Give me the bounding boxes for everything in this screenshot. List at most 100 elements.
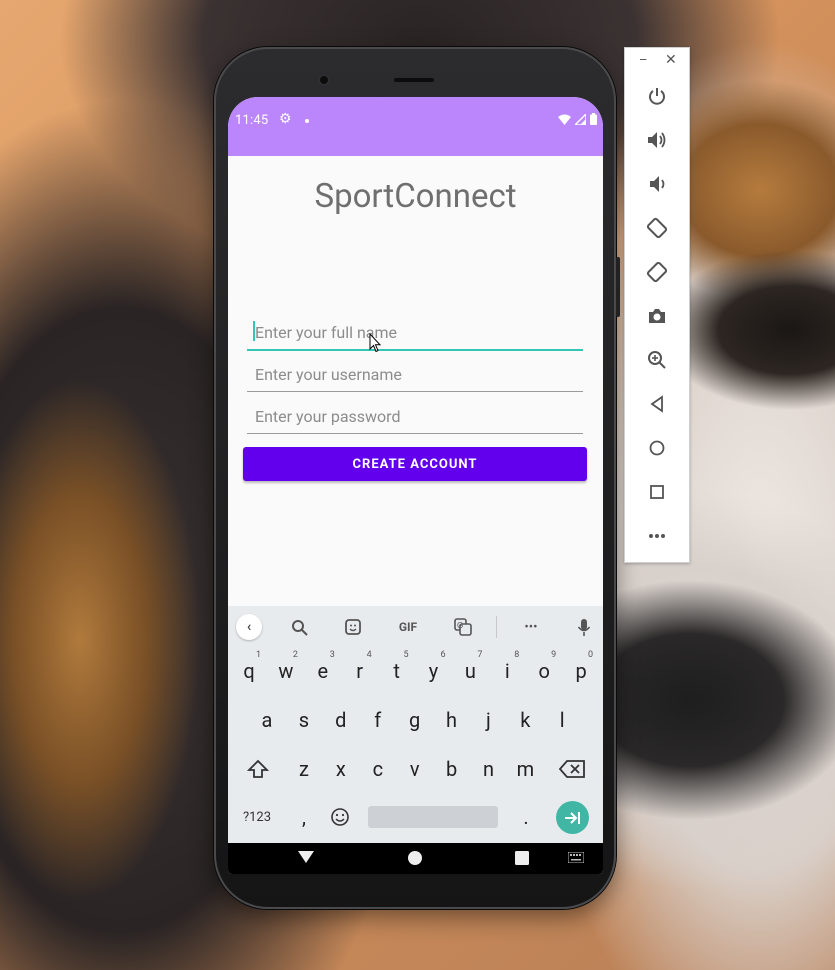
- key-f[interactable]: f: [360, 697, 396, 743]
- nav-back-icon[interactable]: [298, 850, 314, 864]
- cellular-signal-icon: [575, 113, 586, 125]
- username-field[interactable]: [247, 357, 583, 392]
- backspace-key-icon[interactable]: [554, 746, 590, 792]
- key-o[interactable]: o9: [526, 648, 562, 694]
- key-d[interactable]: d: [323, 697, 359, 743]
- key-number-hint: 1: [255, 650, 261, 660]
- full-name-field[interactable]: [247, 315, 583, 351]
- key-x[interactable]: x: [323, 746, 359, 792]
- key-number-hint: 4: [366, 650, 372, 660]
- key-number-hint: 2: [292, 650, 298, 660]
- key-h[interactable]: h: [434, 697, 470, 743]
- key-c[interactable]: c: [360, 746, 396, 792]
- rotate-right-icon[interactable]: [641, 256, 673, 288]
- sticker-icon[interactable]: [339, 615, 367, 639]
- rotate-left-icon[interactable]: [641, 212, 673, 244]
- key-s[interactable]: s: [286, 697, 322, 743]
- key-i[interactable]: i8: [489, 648, 525, 694]
- space-bar[interactable]: [368, 806, 498, 828]
- power-icon[interactable]: [641, 80, 673, 112]
- key-n[interactable]: n: [471, 746, 507, 792]
- mouse-cursor-icon: [369, 332, 382, 357]
- key-j[interactable]: j: [470, 697, 506, 743]
- key-k[interactable]: k: [507, 697, 543, 743]
- emoji-key-icon[interactable]: [322, 794, 358, 840]
- key-number-hint: 7: [477, 650, 483, 660]
- key-number-hint: 9: [551, 650, 557, 660]
- key-label: t: [393, 659, 400, 683]
- gif-button[interactable]: GIF: [393, 615, 423, 639]
- full-name-input[interactable]: [253, 319, 577, 345]
- key-l[interactable]: l: [544, 697, 580, 743]
- key-label: q: [243, 659, 255, 683]
- next-field-enter-icon[interactable]: [556, 801, 589, 834]
- nav-recents-icon[interactable]: [515, 851, 529, 865]
- minimize-icon[interactable]: –: [639, 53, 648, 68]
- key-p[interactable]: p0: [563, 648, 599, 694]
- symbols-key[interactable]: ?123: [236, 794, 278, 840]
- collapse-toolbar-icon[interactable]: ‹: [236, 614, 262, 640]
- device-screen: 11:45 ⚙ SportConnect CREATE ACCOUNT ‹: [228, 97, 603, 874]
- key-m[interactable]: m: [507, 746, 543, 792]
- key-label: y: [428, 659, 439, 683]
- status-bar: 11:45 ⚙: [228, 97, 603, 156]
- key-label: i: [504, 659, 510, 683]
- password-input[interactable]: [253, 403, 577, 429]
- key-label: u: [464, 659, 476, 683]
- system-navigation-bar: [228, 843, 603, 874]
- key-number-hint: 3: [329, 650, 335, 660]
- comma-key[interactable]: ,: [286, 794, 322, 840]
- username-input[interactable]: [253, 361, 577, 387]
- create-account-button[interactable]: CREATE ACCOUNT: [243, 447, 587, 481]
- microphone-icon[interactable]: [570, 615, 598, 639]
- keyboard-row-bottom: ?123 , .: [228, 794, 603, 840]
- nav-home-icon[interactable]: [408, 851, 422, 865]
- more-options-icon[interactable]: •••: [517, 615, 545, 639]
- more-icon[interactable]: [641, 520, 673, 552]
- status-time: 11:45: [235, 113, 269, 128]
- key-a[interactable]: a: [249, 697, 285, 743]
- period-key[interactable]: .: [508, 794, 544, 840]
- key-r[interactable]: r4: [342, 648, 378, 694]
- key-w[interactable]: w2: [268, 648, 304, 694]
- home-icon[interactable]: [641, 432, 673, 464]
- camera-icon[interactable]: [641, 300, 673, 332]
- emulator-toolbar: – ✕: [624, 47, 690, 563]
- key-number-hint: 8: [514, 650, 520, 660]
- key-e[interactable]: e3: [305, 648, 341, 694]
- settings-notification-icon: ⚙: [279, 111, 292, 127]
- key-b[interactable]: b: [434, 746, 470, 792]
- keyboard-toolbar: ‹ GIF G •••: [228, 606, 603, 648]
- key-number-hint: 0: [588, 650, 594, 660]
- back-icon[interactable]: [641, 388, 673, 420]
- key-number-hint: 5: [403, 650, 409, 660]
- key-v[interactable]: v: [397, 746, 433, 792]
- key-y[interactable]: y6: [416, 648, 452, 694]
- keyboard-switcher-icon[interactable]: [568, 852, 584, 863]
- key-label: r: [356, 659, 364, 683]
- close-icon[interactable]: ✕: [665, 52, 677, 68]
- key-z[interactable]: z: [286, 746, 322, 792]
- front-camera: [320, 76, 328, 84]
- shift-key-icon[interactable]: [240, 746, 276, 792]
- zoom-icon[interactable]: [641, 344, 673, 376]
- key-label: e: [317, 659, 329, 683]
- key-label: p: [575, 659, 587, 683]
- status-icons: [558, 113, 597, 125]
- volume-up-icon[interactable]: [641, 124, 673, 156]
- key-t[interactable]: t5: [379, 648, 415, 694]
- text-cursor: [253, 321, 255, 341]
- key-u[interactable]: u7: [452, 648, 488, 694]
- key-q[interactable]: q1: [231, 648, 267, 694]
- translate-icon[interactable]: G: [449, 615, 477, 639]
- app-title: SportConnect: [314, 177, 517, 216]
- earpiece-speaker: [394, 78, 434, 82]
- search-icon[interactable]: [285, 615, 313, 639]
- volume-down-icon[interactable]: [641, 168, 673, 200]
- overview-icon[interactable]: [641, 476, 673, 508]
- notification-dot-icon: [305, 119, 309, 123]
- keyboard-row-3: zxcvbnm: [228, 746, 603, 792]
- key-number-hint: 6: [440, 650, 446, 660]
- password-field[interactable]: [247, 399, 583, 434]
- key-g[interactable]: g: [397, 697, 433, 743]
